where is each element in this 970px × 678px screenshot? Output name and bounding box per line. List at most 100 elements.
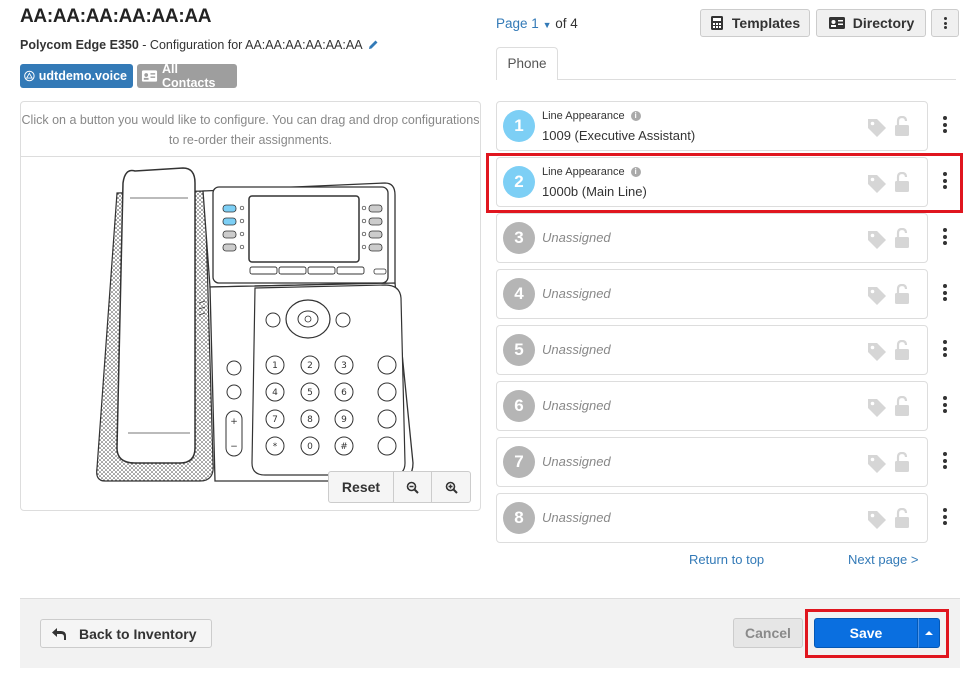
tag-icon[interactable] [866,341,888,364]
line-value: 1009 (Executive Assistant) [542,128,696,143]
unlock-icon[interactable] [894,395,910,419]
phone-illustration[interactable]: 1 2 3 4 5 6 7 8 9 * 0 # + − [95,163,415,493]
model-name: Polycom Edge E350 [20,38,139,52]
row-menu-kebab-icon[interactable] [941,228,949,248]
line-value: Unassigned [542,342,611,357]
row-menu-kebab-icon[interactable] [941,508,949,528]
info-icon[interactable]: i [630,111,641,121]
line-number-badge: 1 [503,110,535,142]
unlock-icon[interactable] [894,507,910,531]
line-value: Unassigned [542,398,611,413]
directory-label: Directory [852,15,915,31]
back-to-inventory-button[interactable]: Back to Inventory [40,619,212,648]
tag-icon[interactable] [866,285,888,308]
unlock-icon[interactable] [894,283,910,307]
cancel-button[interactable]: Cancel [733,618,803,648]
site-icon [24,70,35,82]
svg-text:6: 6 [341,388,347,398]
back-arrow-icon [52,627,66,640]
tag-icon[interactable] [866,453,888,476]
line-value: Unassigned [542,230,611,245]
row-menu-kebab-icon[interactable] [941,396,949,416]
row-menu-kebab-icon[interactable] [941,340,949,360]
configure-instruction: Click on a button you would like to conf… [21,113,480,147]
page-dropdown[interactable]: Page 1 ▼ [496,16,551,31]
svg-text:2: 2 [307,361,313,371]
zoom-out-button[interactable] [394,472,432,502]
contacts-tag[interactable]: All Contacts [137,62,237,90]
reset-button[interactable]: Reset [329,472,394,502]
address-card-icon [828,17,845,29]
tag-icon[interactable] [866,117,888,140]
line-number-badge: 8 [503,502,535,534]
line-key-row[interactable]: 7 Unassigned [496,437,928,487]
line-key-row[interactable]: 4 Unassigned [496,269,928,319]
zoom-out-icon [406,481,419,494]
unlock-icon[interactable] [894,451,910,475]
row-menu-kebab-icon[interactable] [941,452,949,472]
contacts-tag-label: All Contacts [162,62,216,90]
highlight-box-save [805,609,949,658]
line-key-row[interactable]: 3 Unassigned [496,213,928,263]
tag-icon[interactable] [866,229,888,252]
svg-text:#: # [340,442,348,452]
contact-card-icon [141,70,158,82]
unlock-icon[interactable] [894,227,910,251]
line-number-badge: 3 [503,222,535,254]
config-mac: AA:AA:AA:AA:AA:AA [245,38,362,52]
svg-text:1: 1 [272,361,278,371]
site-tag-label: udtdemo.voice [38,69,127,83]
tag-icon[interactable] [866,397,888,420]
svg-text:*: * [273,442,278,452]
line-value: Unassigned [542,510,611,525]
line-number-badge: 4 [503,278,535,310]
page-subtitle: Polycom Edge E350 - Configuration for AA… [20,38,379,52]
highlight-box-line-2 [486,153,963,213]
row-menu-kebab-icon[interactable] [941,284,949,304]
line-key-row[interactable]: 8 Unassigned [496,493,928,543]
back-to-inventory-label: Back to Inventory [79,625,197,642]
line-number-badge: 5 [503,334,535,366]
svg-text:3: 3 [341,361,347,371]
calculator-icon [710,16,723,30]
line-value: Unassigned [542,286,611,301]
next-page-link[interactable]: Next page > [848,552,918,567]
line-key-row[interactable]: 1 Line Appearance i 1009 (Executive Assista… [496,101,928,151]
phone-handset [116,167,196,464]
line-number-badge: 7 [503,446,535,478]
divider [21,156,480,157]
unlock-icon[interactable] [894,339,910,363]
page-title: AA:AA:AA:AA:AA:AA [20,6,212,27]
pencil-icon[interactable] [368,39,379,50]
svg-text:−: − [230,442,238,452]
page-count: of 4 [555,16,578,31]
row-menu-kebab-icon[interactable] [941,116,949,136]
svg-text:0: 0 [307,442,313,452]
unlock-icon[interactable] [894,115,910,139]
svg-text:+: + [230,417,238,427]
line-key-row[interactable]: 5 Unassigned [496,325,928,375]
config-prefix: - Configuration for [138,38,246,52]
line-key-row[interactable]: 6 Unassigned [496,381,928,431]
directory-button[interactable]: Directory [816,9,926,37]
svg-text:7: 7 [272,415,278,425]
zoom-in-button[interactable] [432,472,470,502]
line-number-badge: 6 [503,390,535,422]
svg-text:8: 8 [307,415,313,425]
svg-text:5: 5 [307,388,313,398]
line-value: Unassigned [542,454,611,469]
phone-view-controls: Reset [328,471,471,503]
kebab-icon [943,16,947,31]
caret-down-icon: ▼ [542,20,552,30]
return-to-top-link[interactable]: Return to top [689,552,764,567]
templates-label: Templates [731,15,801,31]
line-type: Line Appearance i [542,110,641,122]
more-options-button[interactable] [931,9,959,37]
tab-phone[interactable]: Phone [496,47,558,80]
site-tag[interactable]: udtdemo.voice [20,64,133,88]
templates-button[interactable]: Templates [700,9,810,37]
pager: Page 1 ▼ of 4 [496,16,578,31]
svg-text:9: 9 [341,415,347,425]
zoom-in-icon [445,481,458,494]
tag-icon[interactable] [866,509,888,532]
